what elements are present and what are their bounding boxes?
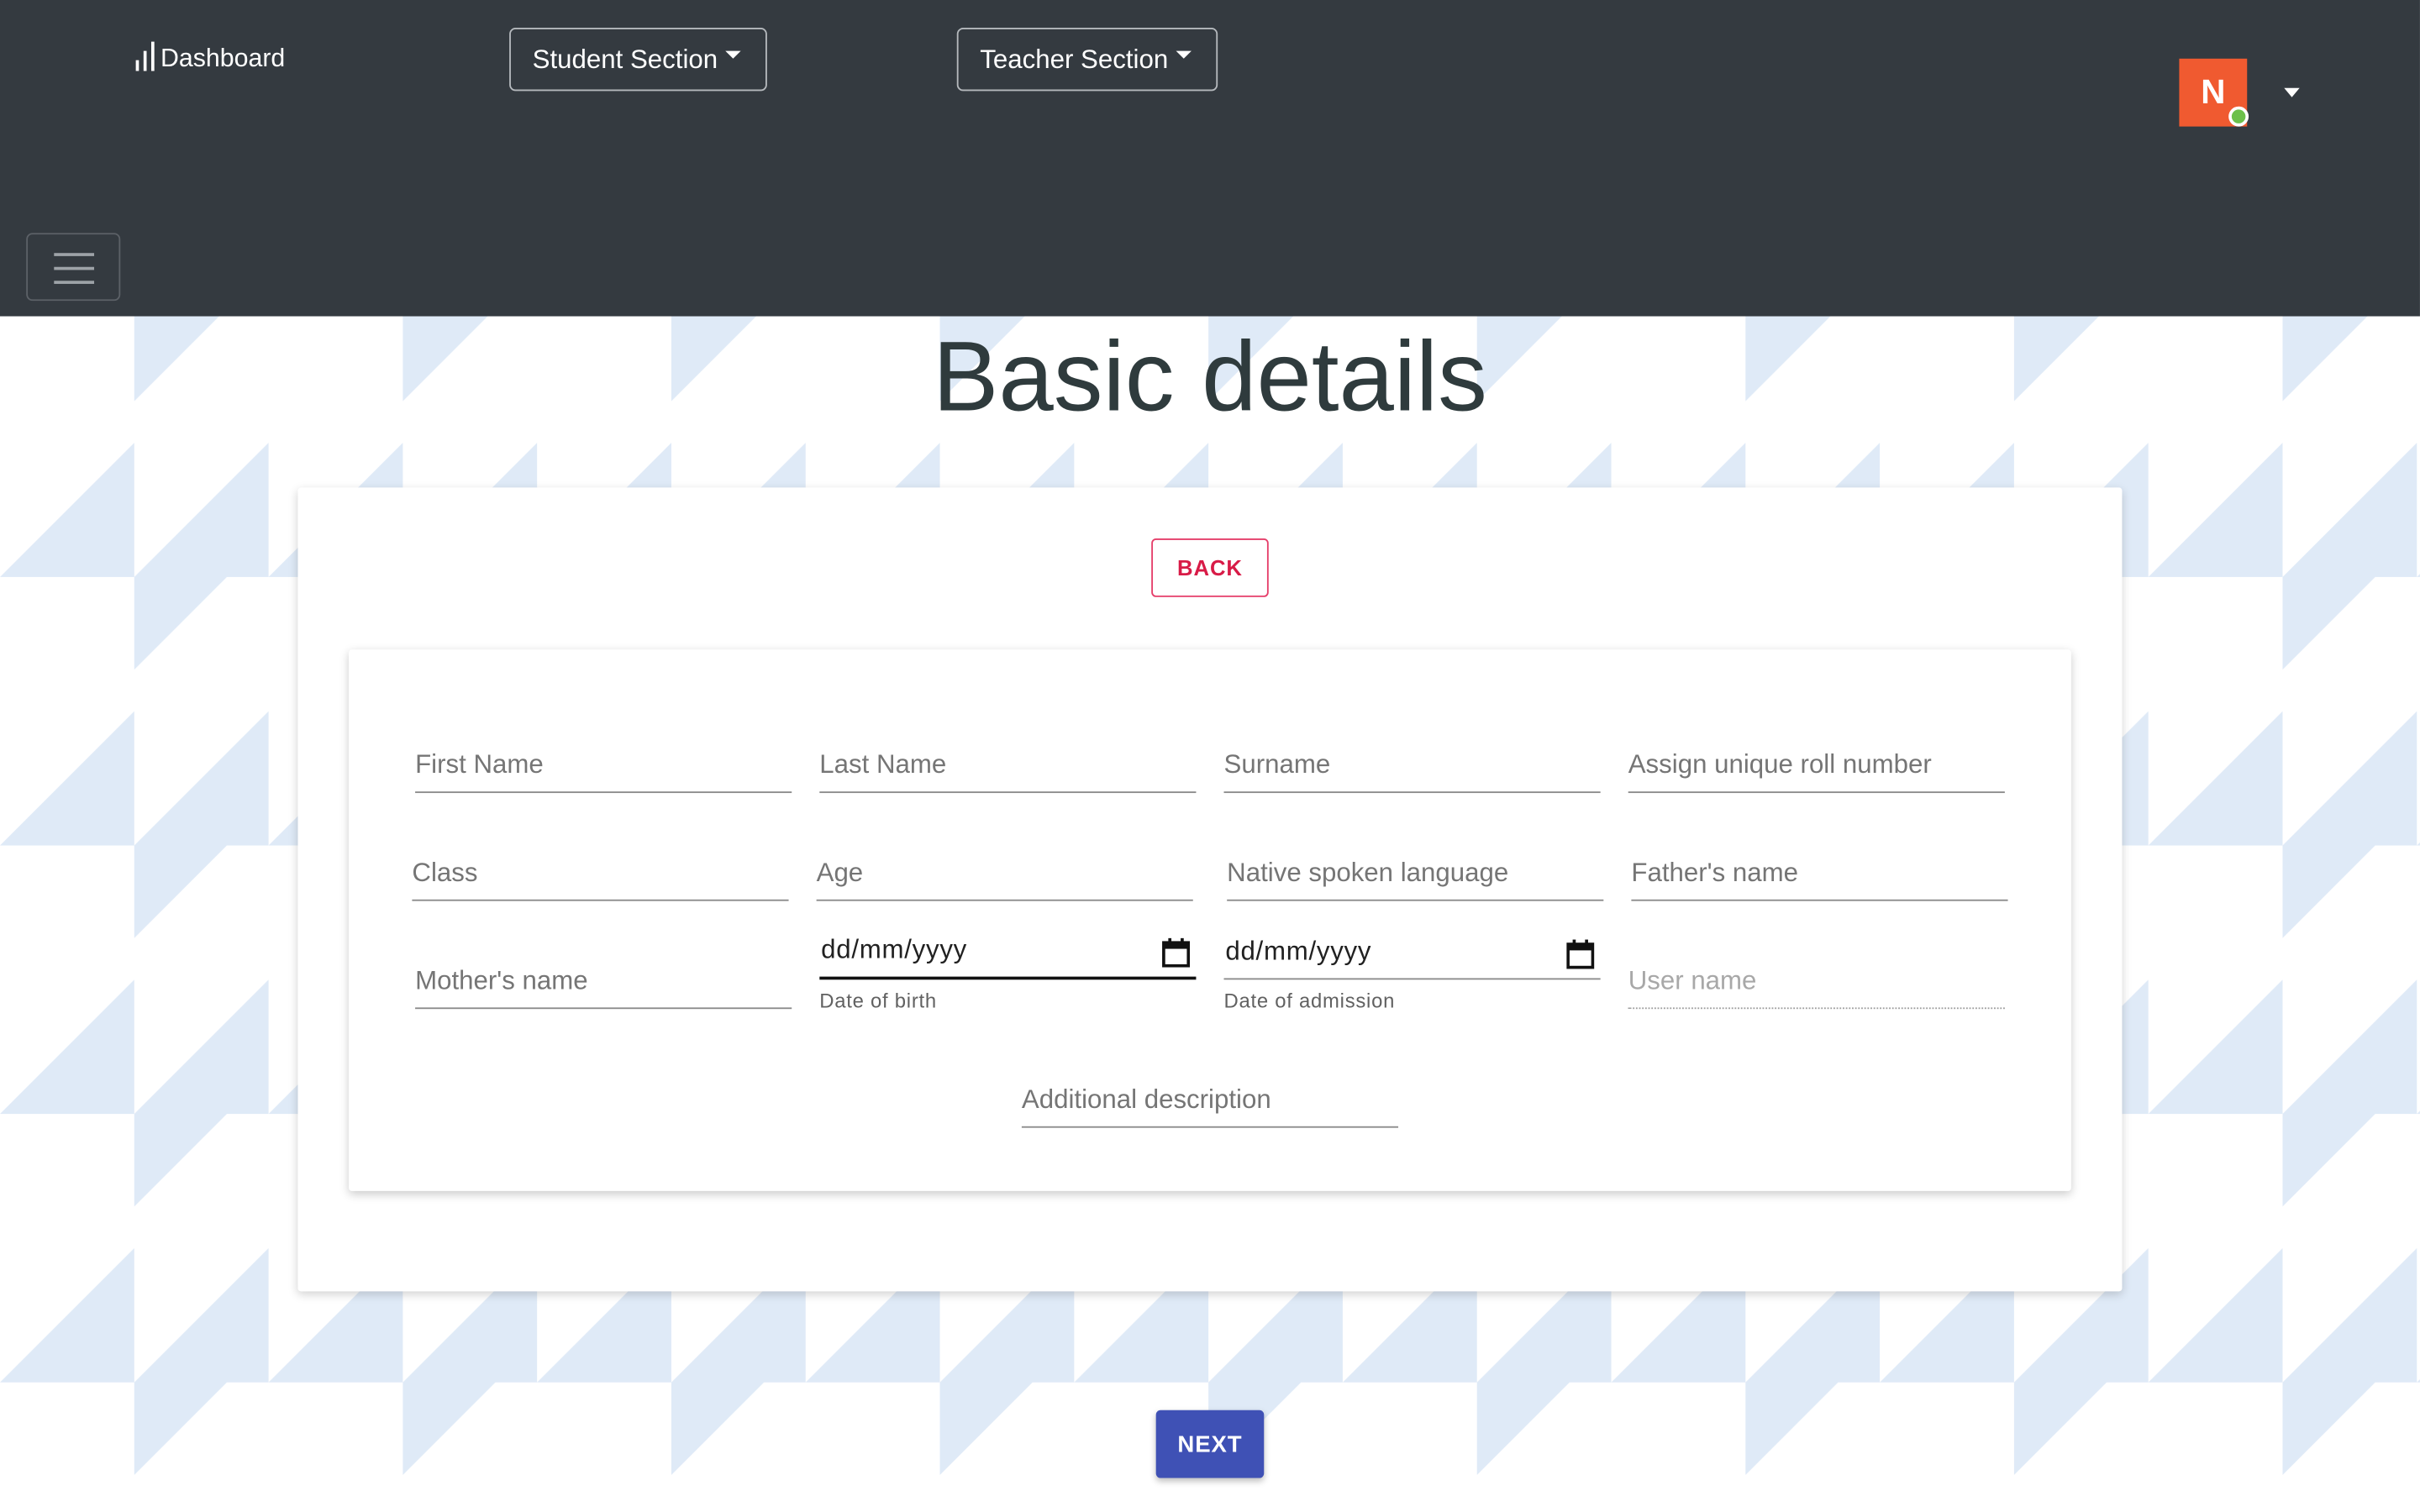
class-field[interactable]: Class (412, 852, 789, 901)
back-button[interactable]: BACK (1151, 538, 1269, 597)
first-name-field[interactable]: First Name (415, 743, 792, 794)
user-name-field: User name (1628, 959, 2005, 1010)
roll-number-field[interactable]: Assign unique roll number (1628, 743, 2005, 794)
first-name-placeholder: First Name (415, 749, 544, 780)
avatar-initial: N (2201, 72, 2226, 112)
date-of-admission-value: dd/mm/yyyy (1225, 936, 1372, 966)
roll-number-placeholder: Assign unique roll number (1628, 749, 1932, 780)
additional-description-field[interactable]: Additional description (1021, 1079, 1399, 1128)
caret-down-icon (1176, 50, 1192, 59)
navbar-toggler-button[interactable] (26, 233, 121, 302)
teacher-section-dropdown[interactable]: Teacher Section (956, 28, 1218, 92)
calendar-icon[interactable] (1162, 937, 1191, 968)
hamburger-line (54, 281, 95, 284)
native-language-field[interactable]: Native spoken language (1227, 852, 1604, 901)
hamburger-line (54, 266, 95, 270)
student-section-label: Student Section (532, 44, 718, 74)
hamburger-line (54, 253, 95, 256)
last-name-field[interactable]: Last Name (819, 743, 1197, 794)
age-placeholder: Age (816, 858, 864, 888)
date-of-birth-helper: Date of birth (819, 989, 937, 1012)
fathers-name-field[interactable]: Father's name (1631, 852, 2008, 901)
surname-placeholder: Surname (1223, 749, 1331, 780)
caret-down-icon (725, 50, 741, 59)
mothers-name-placeholder: Mother's name (415, 965, 588, 995)
user-name-placeholder: User name (1628, 965, 1757, 995)
native-language-placeholder: Native spoken language (1227, 858, 1509, 888)
online-status-dot (2228, 106, 2249, 127)
user-avatar[interactable]: N (2179, 58, 2249, 127)
date-of-birth-input[interactable]: dd/mm/yyyy Date of birth (819, 931, 1197, 1012)
surname-field[interactable]: Surname (1223, 743, 1601, 794)
student-section-dropdown[interactable]: Student Section (509, 28, 767, 92)
signal-bars-icon (135, 40, 155, 71)
fathers-name-placeholder: Father's name (1631, 858, 1799, 888)
date-of-admission-helper: Date of admission (1223, 989, 1396, 1012)
teacher-section-label: Teacher Section (980, 44, 1169, 74)
next-button[interactable]: NEXT (1155, 1410, 1265, 1478)
dashboard-label: Dashboard (160, 45, 286, 73)
page-title: Basic details (933, 321, 1487, 433)
calendar-icon[interactable] (1566, 939, 1595, 969)
age-field[interactable]: Age (816, 852, 1193, 901)
last-name-placeholder: Last Name (819, 749, 947, 780)
additional-description-placeholder: Additional description (1021, 1084, 1271, 1115)
top-navbar: Dashboard Student Section Teacher Sectio… (0, 0, 2420, 317)
date-of-admission-input[interactable]: dd/mm/yyyy Date of admission (1223, 931, 1601, 1012)
mothers-name-field[interactable]: Mother's name (415, 959, 792, 1010)
user-menu-caret-icon[interactable] (2284, 87, 2300, 97)
date-of-birth-value: dd/mm/yyyy (821, 935, 968, 964)
class-placeholder: Class (412, 858, 478, 888)
dashboard-link[interactable]: Dashboard (135, 40, 286, 74)
